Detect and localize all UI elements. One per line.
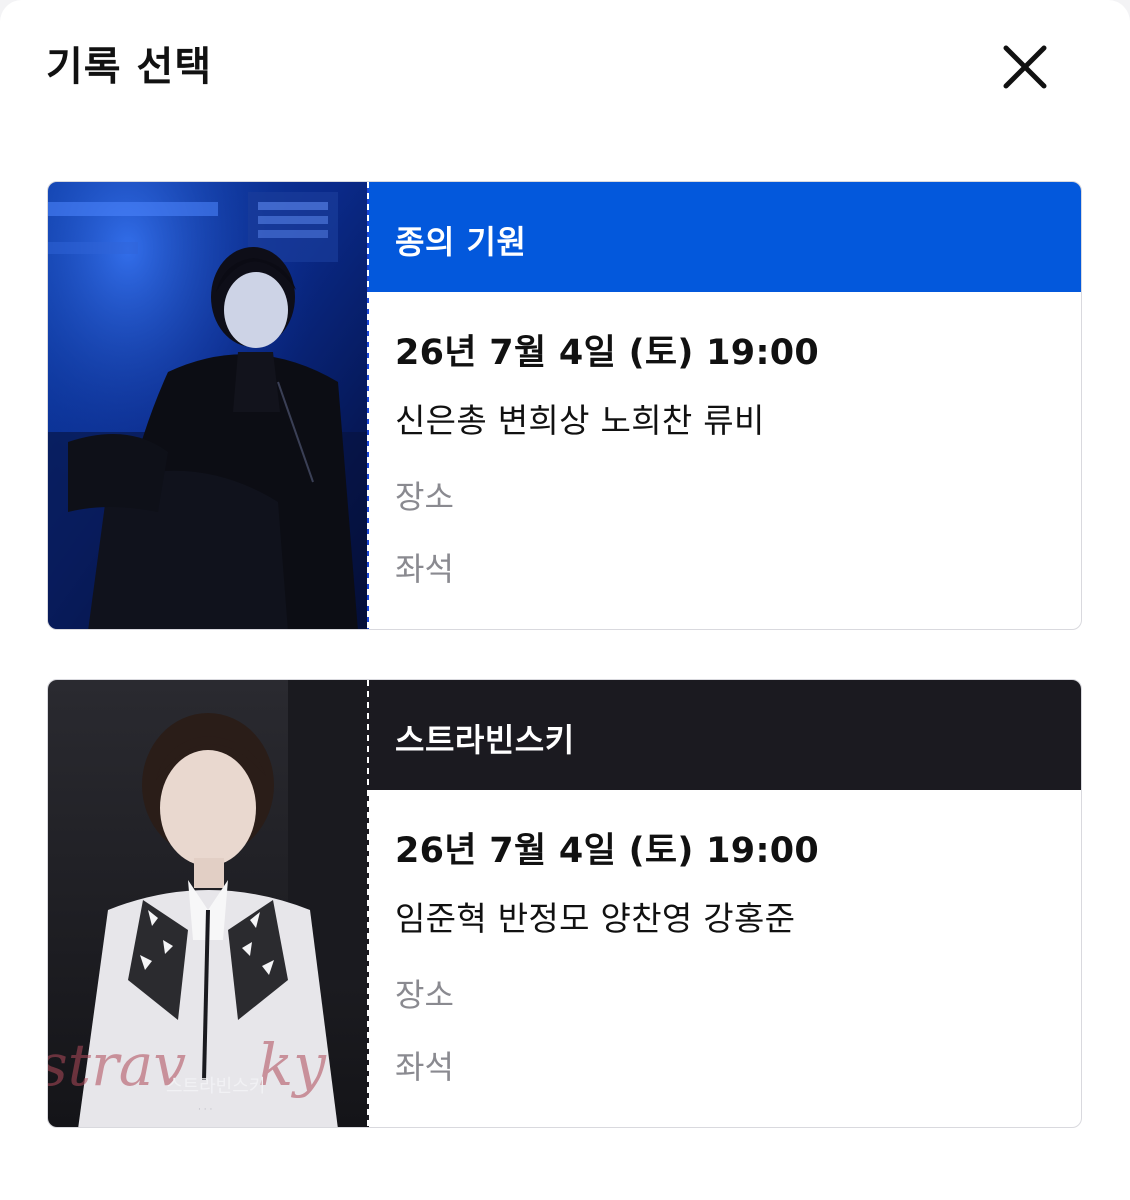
record-info: 종의 기원 26년 7월 4일 (토) 19:00 신은총 변희상 노희찬 류비… (369, 182, 1081, 629)
record-info: 스트라빈스키 26년 7월 4일 (토) 19:00 임준혁 반정모 양찬영 강… (369, 680, 1081, 1127)
poster-image: strav ky 스트라빈스키 · · · (48, 680, 368, 1127)
close-icon (1003, 45, 1047, 89)
seat-label: 좌석 (395, 1048, 454, 1086)
title-band: 스트라빈스키 (369, 680, 1081, 790)
poster-logo: 스트라빈스키 (166, 1076, 265, 1097)
record-select-sheet: 기록 선택 종의 기원 26년 7월 4일 (토) 19:00 신은총 변희상 … (0, 0, 1130, 1200)
svg-text:ky: ky (258, 1031, 327, 1099)
title-band: 종의 기원 (369, 182, 1081, 292)
record-card[interactable]: 종의 기원 26년 7월 4일 (토) 19:00 신은총 변희상 노희찬 류비… (47, 181, 1082, 630)
venue-label: 장소 (395, 478, 454, 516)
cast-list: 임준혁 반정모 양찬영 강홍준 (395, 899, 796, 938)
seat-label: 좌석 (395, 550, 454, 588)
page-title: 기록 선택 (46, 44, 213, 90)
show-title: 종의 기원 (395, 223, 527, 261)
record-card[interactable]: strav ky 스트라빈스키 · · · 스트라빈스키 26년 7월 4일 (… (47, 679, 1082, 1128)
svg-text:· · ·: · · · (198, 1105, 212, 1115)
venue-label: 장소 (395, 976, 454, 1014)
sheet-header: 기록 선택 (0, 0, 1130, 130)
performance-datetime: 26년 7월 4일 (토) 19:00 (395, 333, 820, 373)
performance-datetime: 26년 7월 4일 (토) 19:00 (395, 831, 820, 871)
close-button[interactable] (992, 34, 1058, 100)
cast-list: 신은총 변희상 노희찬 류비 (395, 401, 765, 440)
show-title: 스트라빈스키 (395, 721, 575, 759)
poster-image (48, 182, 368, 629)
